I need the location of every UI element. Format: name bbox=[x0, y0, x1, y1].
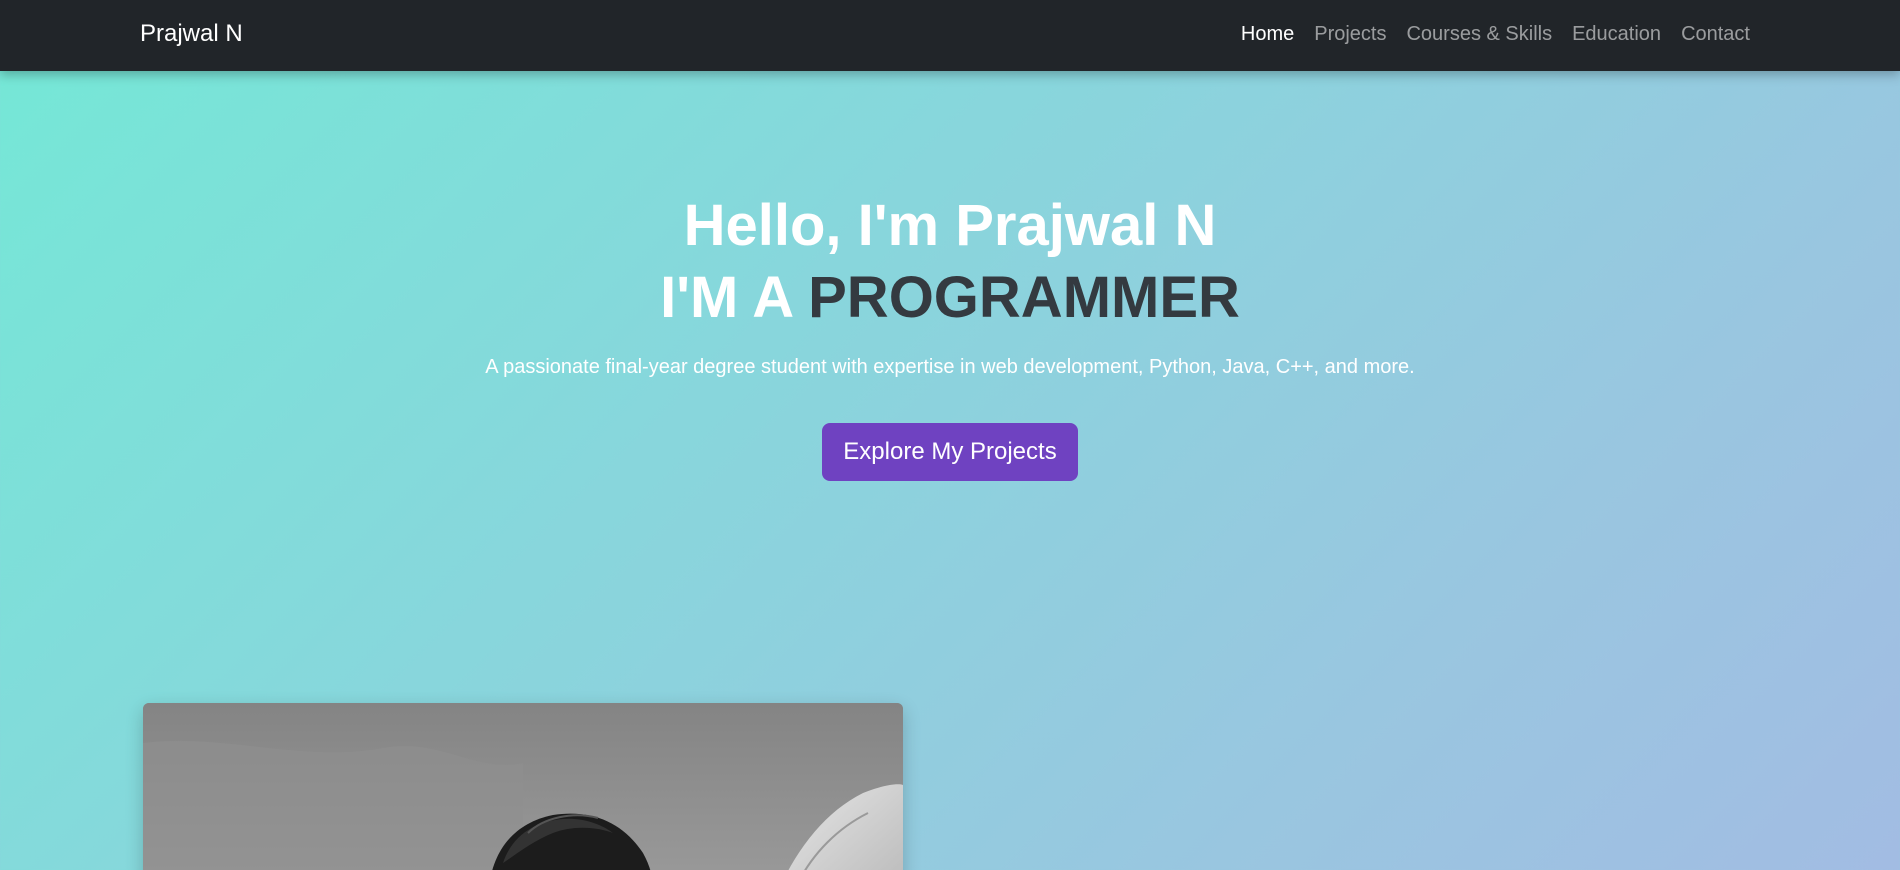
hero-title: Hello, I'm Prajwal N bbox=[683, 193, 1217, 258]
hero-subtitle-prefix: I'M A bbox=[660, 265, 792, 330]
profile-photo-image bbox=[143, 703, 903, 870]
nav-link-projects[interactable]: Projects bbox=[1314, 23, 1386, 46]
hero-section: Hello, I'm Prajwal N I'M A PROGRAMMER A … bbox=[0, 190, 1900, 481]
nav-link-courses-skills[interactable]: Courses & Skills bbox=[1406, 23, 1552, 46]
nav-link-education[interactable]: Education bbox=[1572, 23, 1661, 46]
brand-link[interactable]: Prajwal N bbox=[140, 20, 243, 48]
nav-links: Home Projects Courses & Skills Education… bbox=[1241, 23, 1750, 46]
hero-role-typed: PROGRAMMER bbox=[808, 265, 1240, 330]
nav-link-contact[interactable]: Contact bbox=[1681, 23, 1750, 46]
profile-photo bbox=[143, 703, 903, 870]
explore-projects-button[interactable]: Explore My Projects bbox=[822, 423, 1078, 481]
hero-description: A passionate final-year degree student w… bbox=[485, 356, 1415, 378]
nav-link-home[interactable]: Home bbox=[1241, 23, 1294, 46]
top-navbar: Prajwal N Home Projects Courses & Skills… bbox=[0, 0, 1900, 71]
hero-subtitle: I'M A PROGRAMMER bbox=[0, 262, 1900, 334]
